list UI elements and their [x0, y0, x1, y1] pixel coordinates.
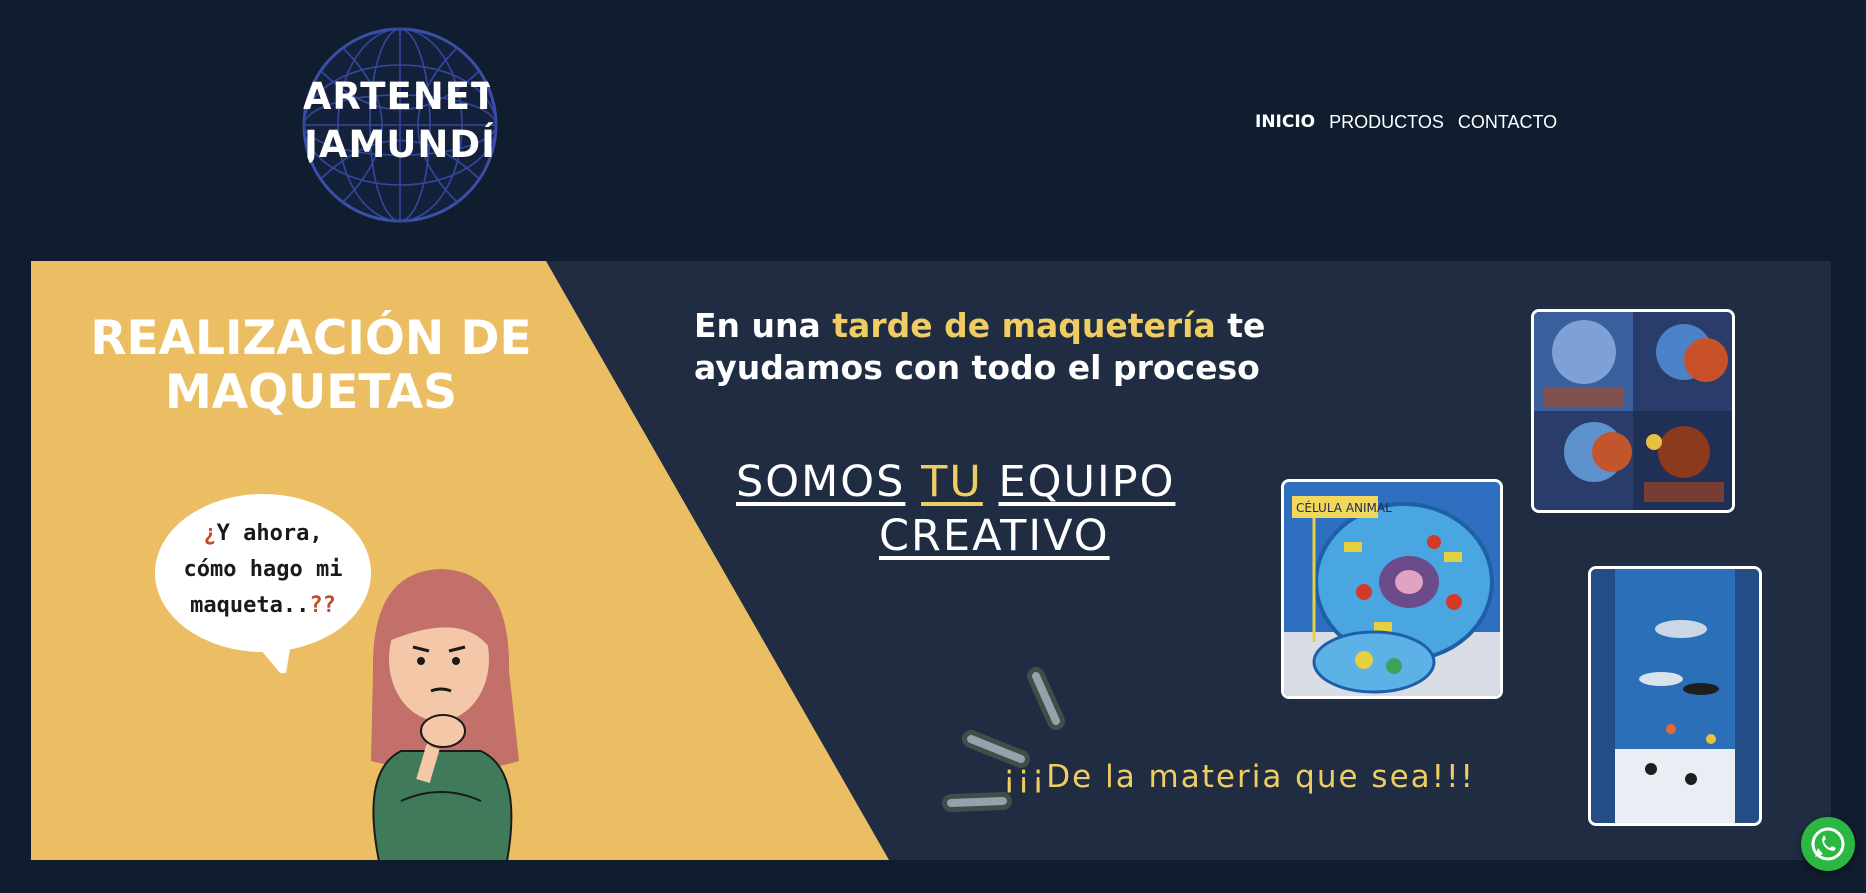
site-logo[interactable]: ARTENET JAMUNDÍ	[302, 27, 498, 223]
whatsapp-button[interactable]	[1801, 817, 1855, 871]
ocean-diorama-image	[1591, 569, 1759, 823]
bubble-question-open: ¿	[203, 521, 217, 546]
planets-image	[1534, 312, 1732, 510]
main-nav: INICIO PRODUCTOS CONTACTO	[1255, 112, 1557, 133]
nav-item-productos[interactable]: PRODUCTOS	[1329, 112, 1444, 133]
logo-text-line2: JAMUNDÍ	[304, 123, 496, 166]
logo-text-line1: ARTENET	[302, 75, 498, 118]
tagline-line2: ayudamos con todo el proceso	[694, 348, 1260, 387]
spark-decoration	[942, 667, 1065, 812]
banner-title-line2: MAQUETAS	[164, 365, 457, 420]
nav-item-inicio[interactable]: INICIO	[1255, 112, 1315, 133]
slogan-text: ¡¡¡De la materia que sea!!!	[1003, 759, 1475, 795]
team-word-equipo: EQUIPO	[998, 457, 1176, 507]
tagline-part1: En una	[694, 306, 833, 345]
planets-model-photo	[1531, 309, 1735, 513]
team-word-somos: SOMOS	[736, 457, 906, 507]
thinking-girl-illustration	[371, 569, 519, 860]
team-word-creativo: CREATIVO	[879, 511, 1110, 561]
site-header: ARTENET JAMUNDÍ INICIO PRODUCTOS CONTACT…	[0, 0, 1866, 260]
animal-cell-model-photo: CÉLULA ANIMAL	[1281, 479, 1503, 699]
hero-banner[interactable]: REALIZACIÓN DE MAQUETAS ¿Y ahora, cómo h…	[31, 261, 1831, 860]
bubble-line1-text: Y ahora,	[216, 521, 323, 546]
team-line1: SOMOS TU EQUIPO	[736, 457, 1175, 507]
bubble-line1: ¿Y ahora,	[155, 521, 371, 546]
tagline-line1: En una tarde de maquetería te	[694, 306, 1265, 345]
bubble-line3-text: maqueta..	[190, 593, 310, 618]
nav-item-contacto[interactable]: CONTACTO	[1458, 112, 1557, 133]
whatsapp-icon	[1811, 827, 1845, 861]
cell-label: CÉLULA ANIMAL	[1296, 500, 1392, 515]
team-line2: CREATIVO	[879, 511, 1110, 561]
tagline-part2: te	[1215, 306, 1266, 345]
animal-cell-image: CÉLULA ANIMAL	[1284, 482, 1500, 696]
ocean-diorama-photo	[1588, 566, 1762, 826]
tagline-highlight: tarde de maquetería	[832, 306, 1216, 345]
banner-title-line1: REALIZACIÓN DE	[90, 311, 532, 366]
team-word-tu: TU	[921, 457, 983, 507]
